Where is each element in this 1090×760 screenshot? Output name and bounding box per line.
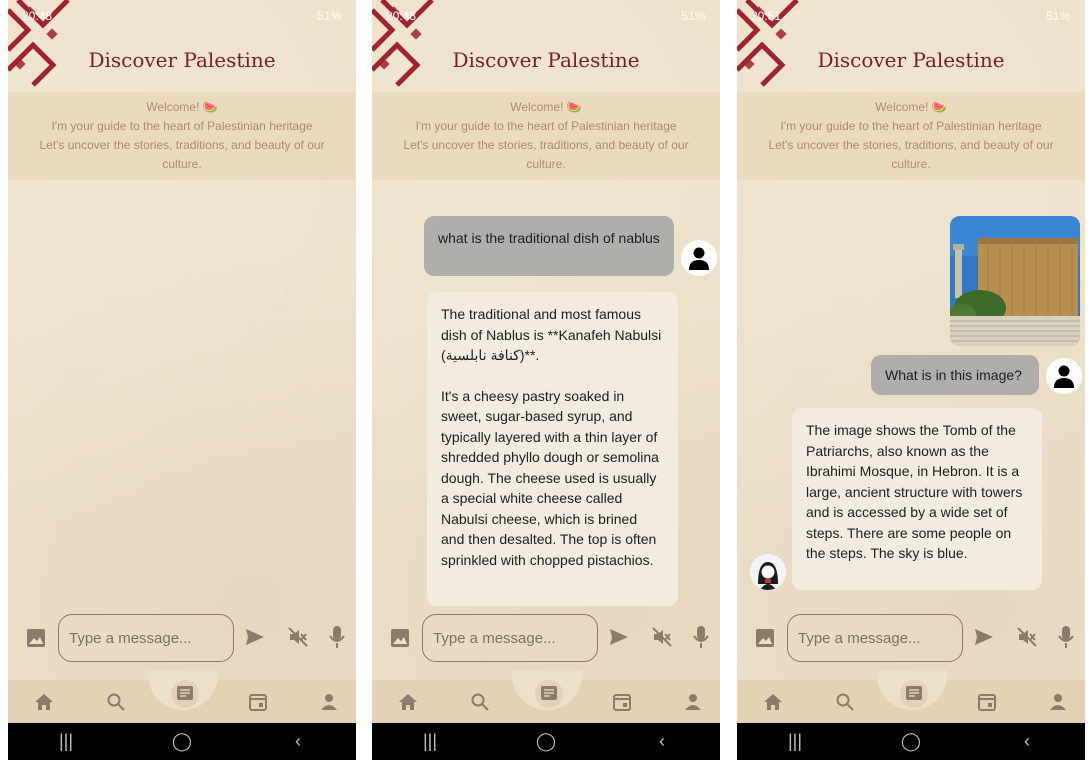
status-bar: 20:48 51%: [8, 0, 356, 32]
home-button-icon[interactable]: ◯: [162, 731, 202, 752]
home-button-icon[interactable]: ◯: [891, 731, 931, 752]
person-icon: [1054, 365, 1074, 388]
user-avatar: [1046, 358, 1082, 394]
user-message-bubble: what is the traditional dish of nablus: [424, 216, 674, 276]
battery-status: 51%: [681, 9, 706, 23]
status-time: 20:48: [22, 9, 53, 23]
send-icon[interactable]: [973, 626, 995, 648]
battery-status: 51%: [317, 9, 342, 23]
bot-message-paragraph: It's a cheesy pastry soaked in sweet, su…: [441, 387, 659, 568]
watermelon-icon: 🍉: [202, 100, 218, 114]
chat-icon: [177, 686, 193, 700]
welcome-subtitle: I'm your guide to the heart of Palestini…: [415, 119, 677, 133]
system-navigation-bar: ||| ◯ ‹: [372, 723, 720, 760]
bot-message-bubble: The traditional and most famous dish of …: [427, 292, 678, 606]
chat-icon: [906, 686, 922, 700]
speaker-mute-icon[interactable]: [287, 626, 309, 648]
battery-status: 51%: [1046, 9, 1071, 23]
home-icon[interactable]: [398, 692, 418, 712]
welcome-banner: Welcome! 🍉 I'm your guide to the heart o…: [372, 92, 720, 180]
image-icon[interactable]: [26, 628, 46, 648]
welcome-subtitle: I'm your guide to the heart of Palestini…: [780, 119, 1042, 133]
person-icon[interactable]: [1048, 692, 1068, 712]
bot-message-bubble: The image shows the Tomb of the Patriarc…: [792, 408, 1042, 590]
chat-icon: [541, 686, 557, 700]
calendar-icon[interactable]: [977, 692, 997, 712]
system-navigation-bar: ||| ◯ ‹: [8, 723, 356, 760]
assistant-avatar-icon: [750, 554, 786, 590]
calendar-icon[interactable]: [612, 692, 632, 712]
recent-apps-icon[interactable]: |||: [775, 731, 815, 752]
message-input[interactable]: [58, 614, 234, 662]
phone-screen-3: 20:51 51% Discover Palestine Welcome! 🍉 …: [737, 0, 1085, 760]
speaker-mute-icon[interactable]: [1016, 626, 1038, 648]
home-icon[interactable]: [34, 692, 54, 712]
send-icon[interactable]: [244, 626, 266, 648]
microphone-icon[interactable]: [1057, 625, 1075, 649]
welcome-invite: Let's uncover the stories, traditions, a…: [403, 138, 689, 171]
speaker-mute-icon[interactable]: [651, 626, 673, 648]
chat-tab[interactable]: [535, 680, 563, 708]
microphone-icon[interactable]: [328, 625, 346, 649]
welcome-invite: Let's uncover the stories, traditions, a…: [39, 138, 325, 171]
bot-avatar: [750, 554, 786, 590]
phone-screen-1: 20:48 51% Discover Palestine Welcome! 🍉 …: [8, 0, 356, 760]
welcome-heading: Welcome!: [875, 100, 929, 114]
back-icon[interactable]: ‹: [1007, 731, 1047, 752]
message-input-row: [737, 612, 1085, 664]
search-icon[interactable]: [106, 692, 126, 712]
status-bar: 20:51 51%: [737, 0, 1085, 32]
watermelon-icon: 🍉: [566, 100, 582, 114]
status-time: 20:48: [386, 9, 417, 23]
chat-tab[interactable]: [900, 680, 928, 708]
message-input-row: [372, 612, 720, 664]
chat-tab[interactable]: [171, 680, 199, 708]
send-icon[interactable]: [608, 626, 630, 648]
welcome-subtitle: I'm your guide to the heart of Palestini…: [51, 119, 313, 133]
recent-apps-icon[interactable]: |||: [46, 731, 86, 752]
message-input-row: [8, 612, 356, 664]
image-icon[interactable]: [390, 628, 410, 648]
calendar-icon[interactable]: [248, 692, 268, 712]
bottom-navigation: [737, 670, 1085, 723]
back-icon[interactable]: ‹: [642, 731, 682, 752]
bot-message-paragraph: The traditional and most famous dish of …: [441, 306, 662, 363]
system-navigation-bar: ||| ◯ ‹: [737, 723, 1085, 760]
welcome-banner: Welcome! 🍉 I'm your guide to the heart o…: [737, 92, 1085, 180]
user-message-bubble: What is in this image?: [871, 355, 1039, 395]
search-icon[interactable]: [835, 692, 855, 712]
phone-screen-2: 20:48 51% Discover Palestine Welcome! 🍉 …: [372, 0, 720, 760]
microphone-icon[interactable]: [692, 625, 710, 649]
user-avatar: [681, 240, 717, 276]
app-title: Discover Palestine: [452, 48, 640, 72]
app-title: Discover Palestine: [88, 48, 276, 72]
person-icon[interactable]: [683, 692, 703, 712]
welcome-heading: Welcome!: [510, 100, 564, 114]
bottom-navigation: [8, 670, 356, 723]
welcome-invite: Let's uncover the stories, traditions, a…: [768, 138, 1054, 171]
status-bar: 20:48 51%: [372, 0, 720, 32]
status-time: 20:51: [751, 9, 782, 23]
home-button-icon[interactable]: ◯: [526, 731, 566, 752]
search-icon[interactable]: [470, 692, 490, 712]
message-input[interactable]: [422, 614, 598, 662]
sent-photo[interactable]: [950, 216, 1080, 346]
image-icon[interactable]: [755, 628, 775, 648]
person-icon[interactable]: [319, 692, 339, 712]
home-icon[interactable]: [763, 692, 783, 712]
message-input[interactable]: [787, 614, 963, 662]
watermelon-icon: 🍉: [931, 100, 947, 114]
bottom-navigation: [372, 670, 720, 723]
person-icon: [689, 247, 709, 270]
mosque-photo-image: [950, 216, 1080, 346]
app-title: Discover Palestine: [817, 48, 1005, 72]
back-icon[interactable]: ‹: [278, 731, 318, 752]
welcome-banner: Welcome! 🍉 I'm your guide to the heart o…: [8, 92, 356, 180]
recent-apps-icon[interactable]: |||: [410, 731, 450, 752]
welcome-heading: Welcome!: [146, 100, 200, 114]
